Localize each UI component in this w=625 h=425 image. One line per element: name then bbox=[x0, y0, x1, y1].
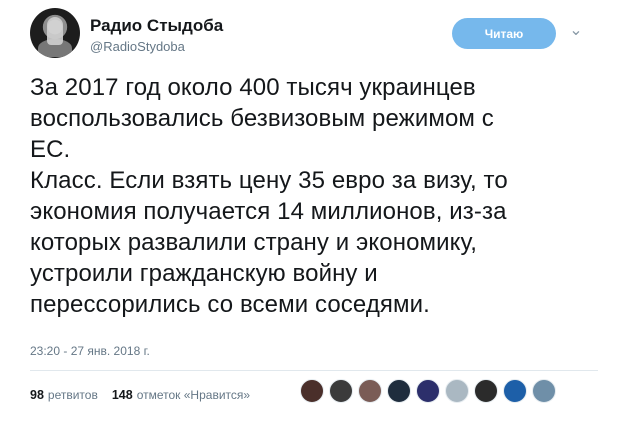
liker-avatar-2[interactable] bbox=[329, 379, 353, 403]
likes-label[interactable]: отметок «Нравится» bbox=[137, 388, 250, 402]
tweet-timestamp[interactable]: 23:20 - 27 янв. 2018 г. bbox=[30, 344, 150, 358]
tweet-text-line: которых развалили страну и экономику, bbox=[30, 229, 477, 256]
tweet-text-line: экономия получается 14 миллионов, из-за bbox=[30, 198, 507, 225]
retweets-label[interactable]: ретвитов bbox=[48, 388, 98, 402]
liker-avatar-3[interactable] bbox=[358, 379, 382, 403]
author-handle[interactable]: @RadioStydoba bbox=[90, 39, 185, 54]
author-avatar[interactable] bbox=[30, 8, 80, 58]
chevron-down-icon[interactable]: ⌄ bbox=[569, 23, 583, 39]
tweet-text: За 2017 год около 400 тысяч украинцев во… bbox=[30, 72, 590, 320]
tweet-text-line: перессорились со всеми соседями. bbox=[30, 291, 430, 318]
liker-avatar-4[interactable] bbox=[387, 379, 411, 403]
liker-avatar-9[interactable] bbox=[532, 379, 556, 403]
author-display-name[interactable]: Радио Стыдоба bbox=[90, 16, 223, 36]
tweet-card: Радио Стыдоба @RadioStydoba Читаю ⌄ За 2… bbox=[0, 0, 625, 425]
liker-avatar-7[interactable] bbox=[474, 379, 498, 403]
tweet-text-line: ЕС. bbox=[30, 136, 71, 163]
liker-avatar-1[interactable] bbox=[300, 379, 324, 403]
likes-count[interactable]: 148 bbox=[112, 388, 133, 402]
tweet-text-line: воспользовались безвизовым режимом с bbox=[30, 105, 494, 132]
liker-avatar-5[interactable] bbox=[416, 379, 440, 403]
following-button[interactable]: Читаю bbox=[452, 18, 556, 49]
liker-avatar-6[interactable] bbox=[445, 379, 469, 403]
liker-avatars bbox=[300, 379, 561, 405]
tweet-stats: 98 ретвитов 148 отметок «Нравится» bbox=[30, 383, 264, 407]
tweet-text-line: За 2017 год около 400 тысяч украинцев bbox=[30, 74, 476, 101]
retweets-count[interactable]: 98 bbox=[30, 388, 44, 402]
tweet-text-line: устроили гражданскую войну и bbox=[30, 260, 378, 287]
liker-avatar-8[interactable] bbox=[503, 379, 527, 403]
divider bbox=[30, 370, 598, 371]
tweet-text-line: Класс. Если взять цену 35 евро за визу, … bbox=[30, 167, 508, 194]
